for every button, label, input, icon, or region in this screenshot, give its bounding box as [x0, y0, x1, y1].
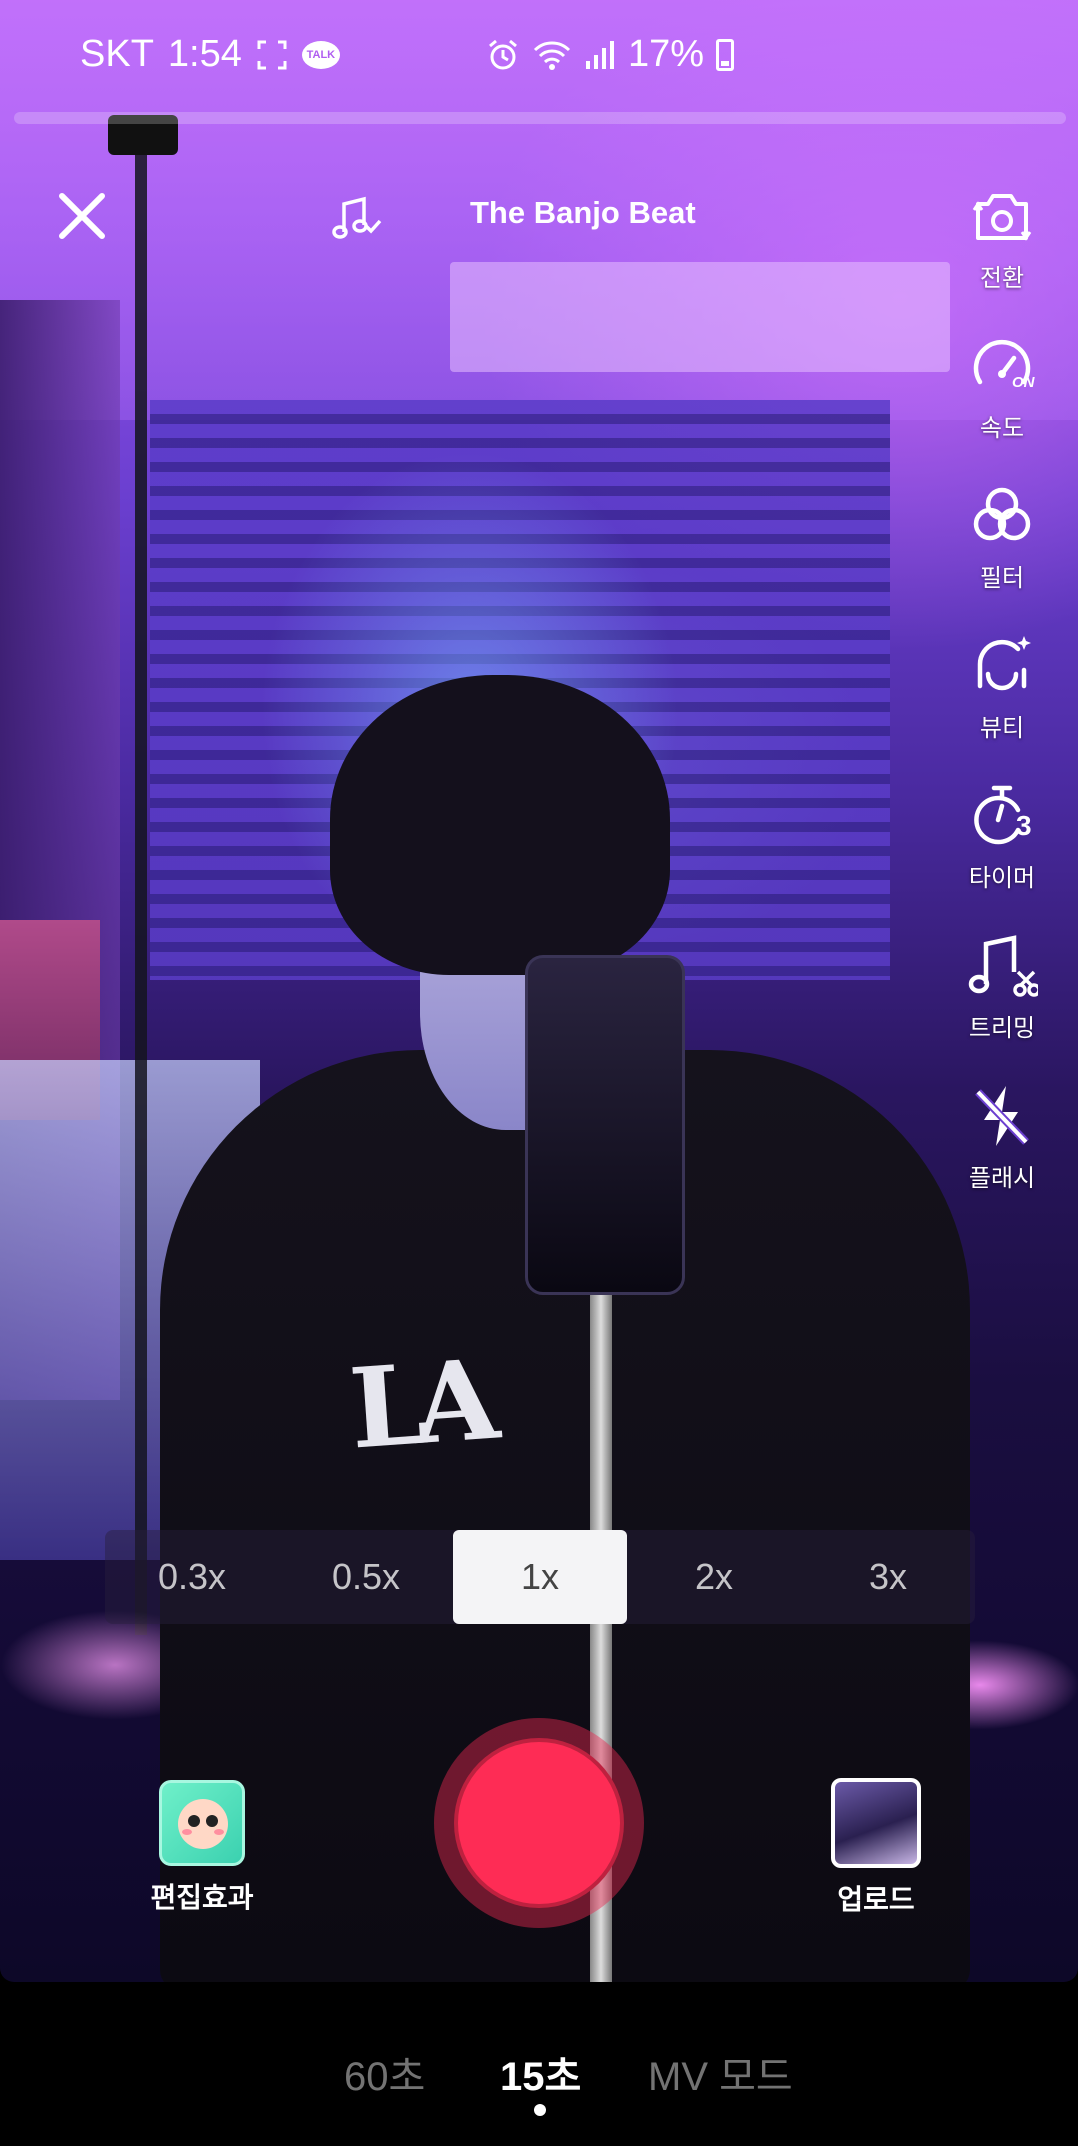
effects-thumbnail	[159, 1780, 245, 1866]
battery-percent: 17%	[628, 33, 705, 75]
status-left: SKT 1:54 TALK	[80, 33, 340, 76]
mode-60s[interactable]: 60초	[344, 2044, 425, 2102]
speed-on-badge: ON	[1012, 374, 1035, 391]
upload-label: 업로드	[837, 1884, 915, 1915]
shirt-logo: LA	[345, 1335, 490, 1474]
zoom-option-0-5x[interactable]: 0.5x	[279, 1530, 453, 1624]
effects-button[interactable]: 편집효과	[150, 1780, 254, 1916]
tool-flip-label: 전환	[979, 265, 1025, 292]
status-right: 17%	[486, 33, 735, 76]
trim-sound-icon	[968, 935, 1038, 997]
effects-face-icon	[178, 1799, 228, 1849]
flip-camera-icon	[972, 194, 1032, 241]
record-button-inner	[454, 1738, 624, 1908]
person-hair	[330, 675, 670, 975]
tool-beauty[interactable]: 뷰티	[950, 630, 1054, 743]
mode-mv[interactable]: MV 모드	[648, 2044, 793, 2102]
scene-ac-unit	[450, 262, 950, 372]
record-button[interactable]	[434, 1718, 644, 1928]
tool-speed-label: 속도	[979, 415, 1025, 442]
tool-flash[interactable]: 플래시	[950, 1080, 1054, 1193]
beauty-icon	[977, 636, 1031, 691]
upload-button[interactable]: 업로드	[824, 1778, 928, 1918]
timer-3-badge: 3	[1016, 810, 1032, 841]
status-bar: SKT 1:54 TALK 17%	[0, 0, 1078, 110]
close-icon[interactable]	[52, 186, 112, 246]
camera-viewfinder[interactable]: LA	[0, 0, 1078, 1982]
mode-indicator-dot	[534, 2104, 546, 2116]
filter-icon	[973, 487, 1031, 541]
tool-speed[interactable]: ON 속도	[950, 330, 1054, 443]
alarm-icon	[489, 39, 517, 69]
tool-trim[interactable]: 트리밍	[950, 930, 1054, 1043]
tool-timer-label: 타이머	[968, 865, 1036, 892]
screen-capture-icon	[257, 40, 287, 69]
scene-tripod	[135, 115, 147, 1635]
carrier: SKT	[80, 33, 154, 75]
upload-thumbnail	[831, 1778, 921, 1868]
zoom-option-2x[interactable]: 2x	[627, 1530, 801, 1624]
clock: 1:54	[167, 33, 242, 75]
music-note-icon[interactable]	[330, 192, 382, 244]
scene-phone	[525, 955, 685, 1295]
song-title[interactable]: The Banjo Beat	[470, 195, 790, 231]
zoom-option-1x[interactable]: 1x	[453, 1530, 627, 1624]
tool-beauty-label: 뷰티	[979, 715, 1025, 742]
speed-icon	[973, 339, 1031, 385]
tool-filter-label: 필터	[979, 565, 1025, 592]
tool-flip[interactable]: 전환	[950, 180, 1054, 293]
tool-flash-label: 플래시	[968, 1165, 1036, 1192]
mode-15s[interactable]: 15초	[500, 2044, 581, 2102]
tool-filter[interactable]: 필터	[950, 480, 1054, 593]
zoom-option-0-3x[interactable]: 0.3x	[105, 1530, 279, 1624]
wifi-icon	[533, 40, 571, 70]
effects-label: 편집효과	[150, 1882, 254, 1913]
kakaotalk-icon: TALK	[301, 40, 340, 69]
tool-trim-label: 트리밍	[968, 1015, 1036, 1042]
recording-progress-bar	[14, 112, 1066, 124]
tool-timer[interactable]: 3 타이머	[950, 780, 1054, 893]
flash-off-icon	[975, 1086, 1029, 1146]
zoom-option-3x[interactable]: 3x	[801, 1530, 975, 1624]
mode-bar: 60초 15초 MV 모드	[0, 1982, 1078, 2146]
battery-icon	[716, 38, 735, 71]
signal-icon	[586, 40, 614, 69]
zoom-selector: 0.3x 0.5x 1x 2x 3x	[105, 1530, 975, 1624]
